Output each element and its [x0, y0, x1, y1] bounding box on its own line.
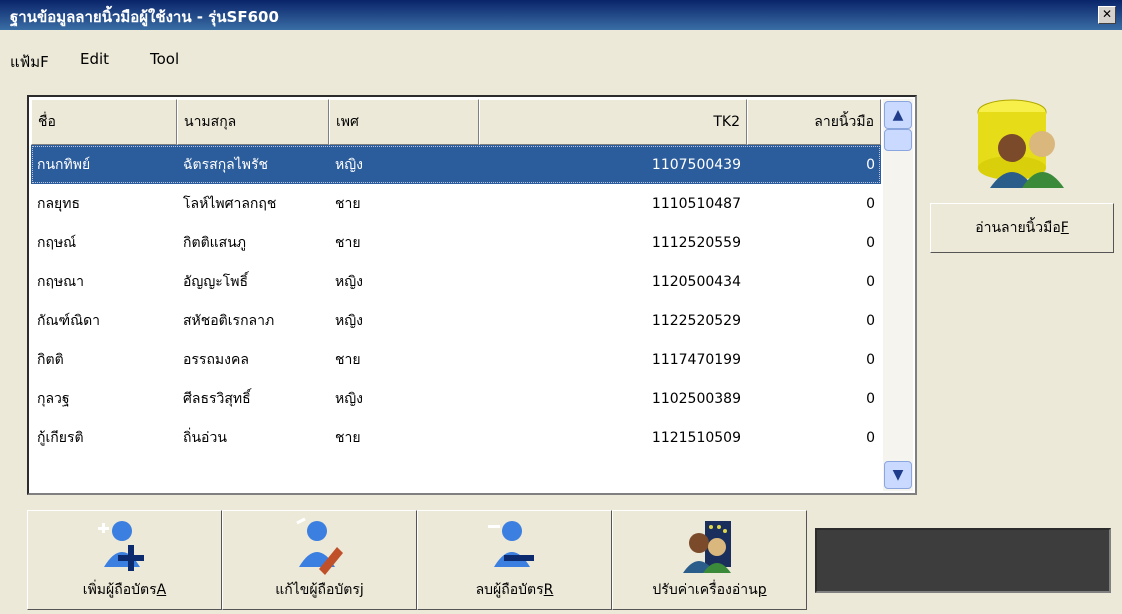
delete-cardholder-button[interactable]: ลบผู้ถือบัตรR [417, 510, 612, 610]
cell-tk2: 1102500389 [651, 390, 741, 407]
table-row[interactable]: กฤษณ์ กิตติแสนภู ชาย 1112520559 0 [31, 223, 881, 262]
cell-first-name: กนกทิพย์ [37, 156, 91, 173]
chevron-up-icon: ▲ [892, 107, 904, 123]
cell-last-name: กิตติแสนภู [183, 234, 247, 251]
edit-user-icon [296, 517, 343, 575]
cell-fingerprint: 0 [866, 390, 875, 407]
cell-last-name: อรรถมงคล [183, 351, 249, 368]
close-icon: ✕ [1101, 7, 1113, 21]
cell-first-name: กฤษณ์ [37, 234, 77, 251]
cell-fingerprint: 0 [866, 429, 875, 446]
cell-tk2: 1107500439 [651, 156, 741, 173]
cell-gender: ชาย [335, 351, 361, 368]
cell-first-name: กิตติ [37, 351, 64, 368]
table-row[interactable]: กู้เกียรติ ถิ่นอ่วน ชาย 1121510509 0 [31, 418, 881, 457]
column-header-last-name[interactable]: นามสกุล [177, 99, 329, 145]
cell-last-name: สหัชอติเรกลาภ [183, 312, 275, 329]
cell-first-name: กุลวฐ [37, 390, 70, 407]
user-table: ชื่อ นามสกุล เพศ TK2 ลายนิ้วมือ กนกทิพย์… [27, 95, 917, 495]
add-cardholder-label: เพิ่มผู้ถือบัตรA [82, 582, 167, 598]
column-header-tk2[interactable]: TK2 [479, 99, 747, 145]
cell-gender: หญิง [335, 312, 363, 329]
cell-last-name: ศีลธรวิสุทธิ์ [183, 390, 251, 407]
action-toolbar: เพิ่มผู้ถือบัตรA แก้ไขผู้ถือบัตรj ลบผู้ถ… [27, 510, 807, 610]
remove-user-icon [488, 521, 534, 567]
vertical-scrollbar[interactable]: ▲ ▼ [883, 99, 913, 491]
add-user-icon [98, 521, 144, 571]
cell-gender: ชาย [335, 234, 361, 251]
cell-last-name: ฉัตรสกุลไพรัช [183, 156, 269, 173]
title-bar: ฐานข้อมูลลายนิ้วมือผู้ใช้งาน - รุ่นSF600… [0, 0, 1122, 30]
cell-tk2: 1112520559 [651, 234, 741, 251]
table-row[interactable]: กนกทิพย์ ฉัตรสกุลไพรัช หญิง 1107500439 0 [31, 145, 881, 184]
cell-fingerprint: 0 [866, 234, 875, 251]
cell-tk2: 1120500434 [651, 273, 741, 290]
reader-settings-button[interactable]: ปรับค่าเครื่องอ่านp [612, 510, 807, 610]
cell-fingerprint: 0 [866, 273, 875, 290]
cell-gender: หญิง [335, 273, 363, 290]
cell-fingerprint: 0 [866, 156, 875, 173]
cell-tk2: 1121510509 [651, 429, 741, 446]
reader-settings-label: ปรับค่าเครื่องอ่านp [652, 582, 767, 598]
status-panel [815, 528, 1111, 593]
column-header-gender[interactable]: เพศ [329, 99, 479, 145]
cell-last-name: โลห์ไพศาลกฤช [183, 195, 277, 212]
scroll-down-button[interactable]: ▼ [884, 461, 912, 489]
menu-edit[interactable]: Edit [80, 50, 109, 68]
database-users-icon [977, 99, 1064, 188]
table-row[interactable]: กุลวฐ ศีลธรวิสุทธิ์ หญิง 1102500389 0 [31, 379, 881, 418]
window-title: ฐานข้อมูลลายนิ้วมือผู้ใช้งาน - รุ่นSF600 [10, 8, 279, 26]
add-cardholder-button[interactable]: เพิ่มผู้ถือบัตรA [27, 510, 222, 610]
table-row[interactable]: กลยุทธ โลห์ไพศาลกฤช ชาย 1110510487 0 [31, 184, 881, 223]
table-row[interactable]: กัณฑ์ณิดา สหัชอติเรกลาภ หญิง 1122520529 … [31, 301, 881, 340]
cell-fingerprint: 0 [866, 195, 875, 212]
reader-settings-icon [683, 521, 731, 573]
menu-tool[interactable]: Tool [150, 50, 179, 68]
cell-gender: ชาย [335, 429, 361, 446]
menu-bar: แฟ้มF Edit Tool [0, 30, 1122, 80]
cell-last-name: ถิ่นอ่วน [183, 429, 227, 446]
table-header: ชื่อ นามสกุล เพศ TK2 ลายนิ้วมือ [31, 99, 881, 145]
delete-cardholder-label: ลบผู้ถือบัตรR [475, 582, 554, 598]
cell-gender: หญิง [335, 156, 363, 173]
column-header-first-name[interactable]: ชื่อ [31, 99, 177, 145]
menu-file[interactable]: แฟ้มF [10, 50, 49, 74]
cell-last-name: อัญญะโพธิ์ [183, 273, 249, 290]
cell-first-name: กฤษณา [37, 273, 85, 290]
cell-tk2: 1122520529 [651, 312, 741, 329]
cell-first-name: กัณฑ์ณิดา [37, 312, 101, 329]
shortcut-key: F [1060, 220, 1069, 236]
cell-tk2: 1117470199 [651, 351, 741, 368]
cell-gender: หญิง [335, 390, 363, 407]
edit-cardholder-button[interactable]: แก้ไขผู้ถือบัตรj [222, 510, 417, 610]
cell-fingerprint: 0 [866, 312, 875, 329]
scroll-up-button[interactable]: ▲ [884, 101, 912, 129]
edit-cardholder-label: แก้ไขผู้ถือบัตรj [275, 582, 364, 598]
cell-first-name: กู้เกียรติ [37, 429, 84, 446]
close-button[interactable]: ✕ [1098, 6, 1116, 24]
table-body: กนกทิพย์ ฉัตรสกุลไพรัช หญิง 1107500439 0… [31, 145, 881, 457]
cell-first-name: กลยุทธ [37, 195, 81, 212]
scroll-thumb[interactable] [884, 129, 912, 151]
table-row[interactable]: กฤษณา อัญญะโพธิ์ หญิง 1120500434 0 [31, 262, 881, 301]
column-header-fingerprint[interactable]: ลายนิ้วมือ [747, 99, 881, 145]
read-fingerprint-label: อ่านลายนิ้วมือ [975, 220, 1061, 236]
cell-fingerprint: 0 [866, 351, 875, 368]
read-fingerprint-button[interactable]: อ่านลายนิ้วมือ F [930, 203, 1114, 253]
cell-gender: ชาย [335, 195, 361, 212]
table-row[interactable]: กิตติ อรรถมงคล ชาย 1117470199 0 [31, 340, 881, 379]
chevron-down-icon: ▼ [892, 467, 904, 483]
cell-tk2: 1110510487 [651, 195, 741, 212]
